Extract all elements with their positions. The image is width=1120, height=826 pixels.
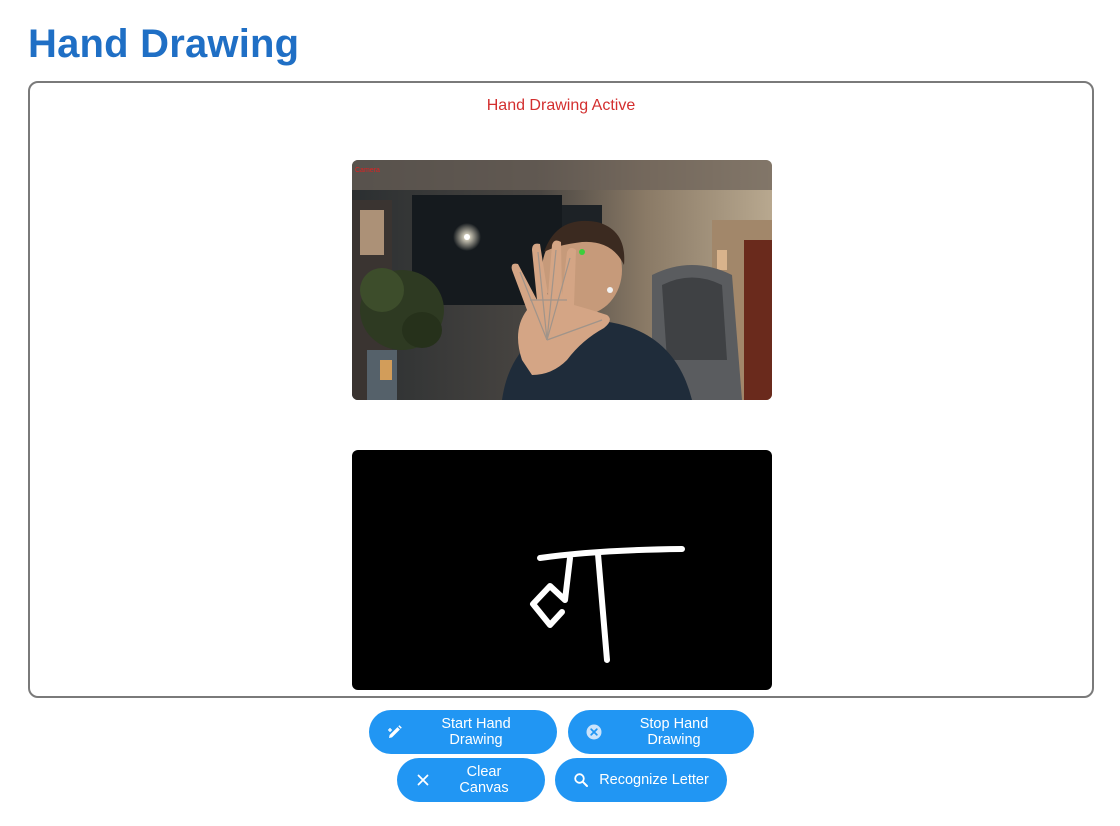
status-text: Hand Drawing Active (486, 97, 636, 114)
camera-feed: Camera (352, 160, 772, 400)
cancel-circle-icon (586, 724, 602, 740)
search-icon (573, 772, 589, 788)
close-icon (415, 772, 431, 788)
camera-overlay-label: Camera (355, 167, 380, 174)
recognize-letter-label: Recognize Letter (599, 772, 709, 788)
start-hand-drawing-button[interactable]: Start Hand Drawing (369, 710, 557, 754)
clear-canvas-label: Clear Canvas (459, 764, 509, 796)
drawing-panel: Hand Drawing Active Camera (28, 81, 1094, 698)
recognize-letter-button[interactable]: Recognize Letter (555, 758, 727, 802)
drawn-stroke (530, 546, 685, 663)
draw-pencil-icon (387, 724, 403, 740)
clear-canvas-button[interactable]: Clear Canvas (397, 758, 545, 802)
stop-hand-drawing-label: Stop Hand Drawing (639, 716, 709, 748)
page-title: Hand Drawing (28, 22, 300, 66)
drawing-canvas[interactable] (352, 450, 772, 690)
start-hand-drawing-label: Start Hand Drawing (441, 716, 511, 748)
stop-hand-drawing-button[interactable]: Stop Hand Drawing (568, 710, 754, 754)
